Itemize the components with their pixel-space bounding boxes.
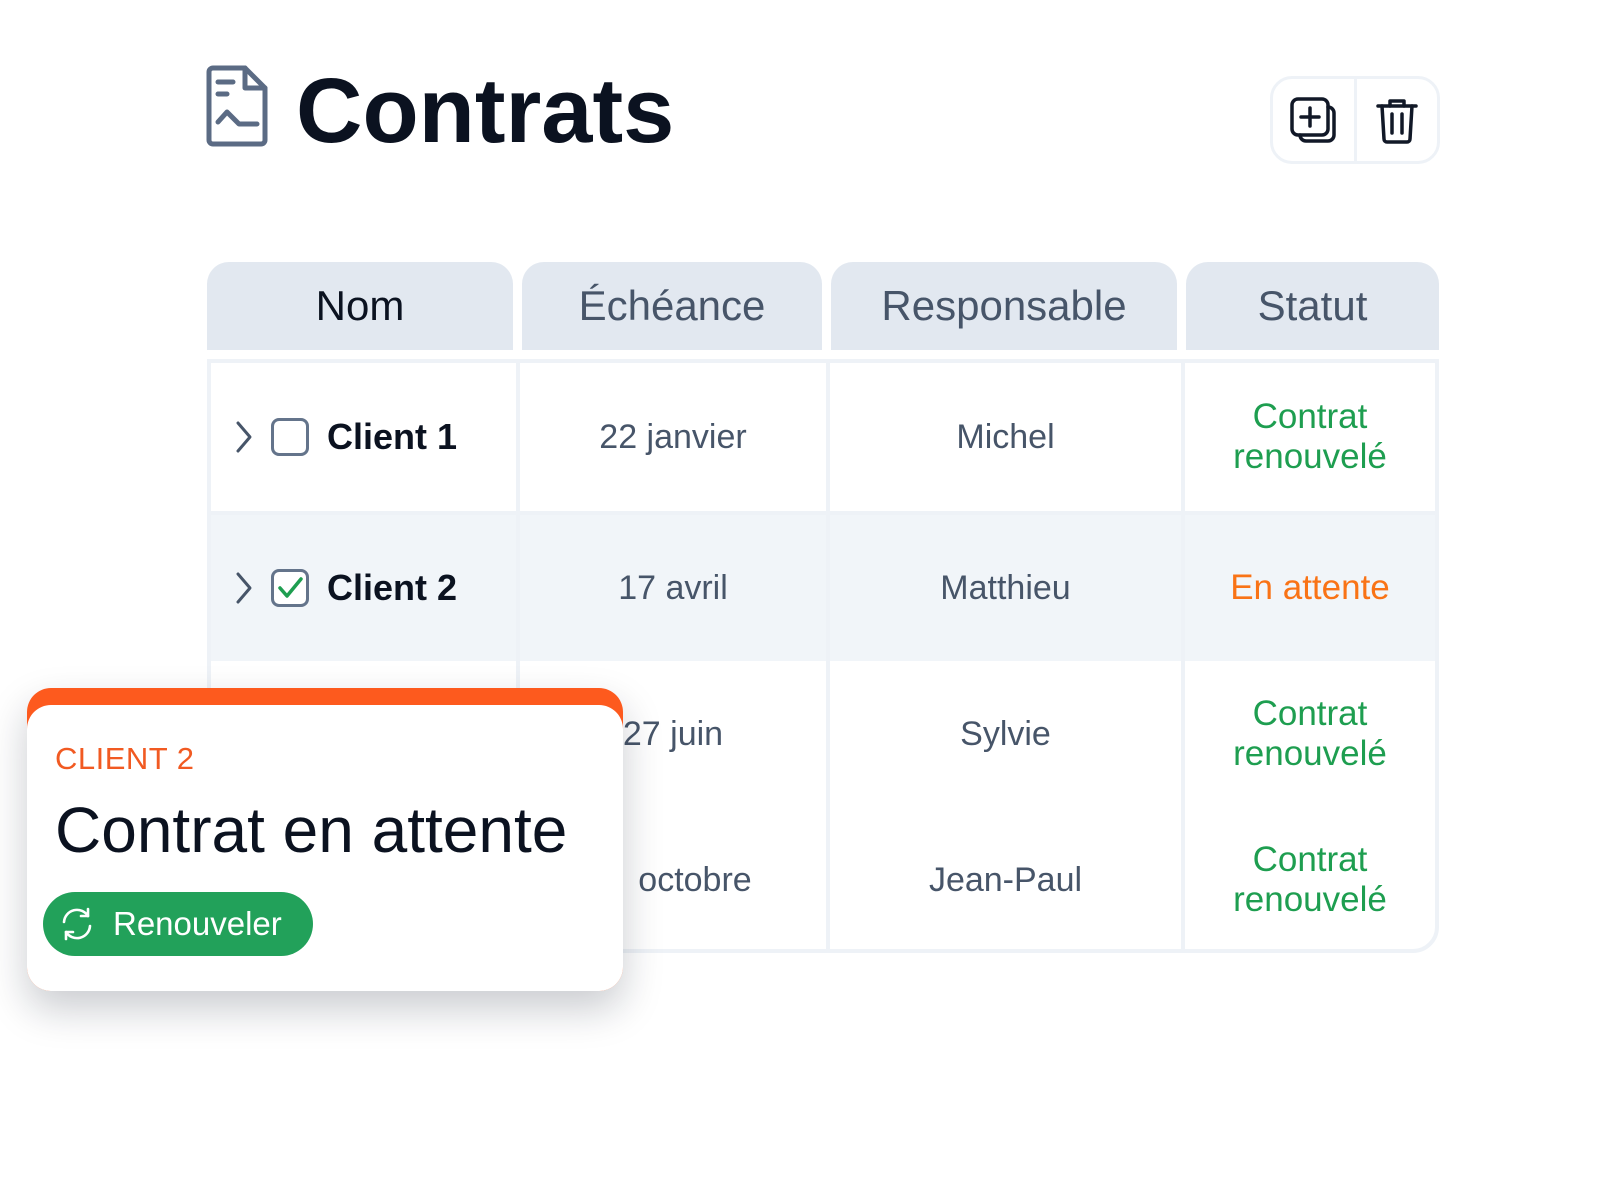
- check-icon: [278, 577, 303, 598]
- document-chart-icon: [205, 64, 269, 148]
- popup-title: Contrat en attente: [55, 794, 568, 866]
- add-copy-icon: [1290, 97, 1336, 143]
- status-text: Contrat renouvelé: [1185, 807, 1435, 949]
- trash-icon: [1376, 99, 1418, 144]
- chevron-right-icon[interactable]: [233, 419, 255, 455]
- popup-label: CLIENT 2: [55, 741, 195, 776]
- add-copy-button[interactable]: [1273, 79, 1354, 161]
- due-date: 17 avril: [520, 515, 830, 661]
- toolbar: [1270, 76, 1440, 164]
- status-line-2: renouvelé: [1233, 437, 1387, 476]
- status-line-1: Contrat: [1252, 694, 1368, 733]
- column-header-statut[interactable]: Statut: [1186, 262, 1439, 350]
- row-checkbox[interactable]: [271, 418, 309, 456]
- renew-button[interactable]: Renouveler: [43, 892, 313, 956]
- status-line-1: Contrat: [1252, 840, 1368, 879]
- owner-name: Jean-Paul: [830, 807, 1185, 949]
- chevron-right-icon[interactable]: [233, 570, 255, 606]
- owner-name: Matthieu: [830, 515, 1185, 661]
- column-header-nom[interactable]: Nom: [207, 262, 513, 350]
- contracts-table: Nom Échéance Responsable Statut Client 1…: [207, 262, 1439, 953]
- status-text: Contrat renouvelé: [1185, 363, 1435, 511]
- renew-button-label: Renouveler: [113, 905, 282, 942]
- row-checkbox[interactable]: [271, 569, 309, 607]
- table-row[interactable]: Client 1 22 janvier Michel Contrat renouv…: [211, 363, 1435, 515]
- client-name: Client 1: [327, 416, 458, 457]
- status-text: En attente: [1230, 568, 1390, 607]
- due-date: 22 janvier: [520, 363, 830, 511]
- table-header: Nom Échéance Responsable Statut: [207, 262, 1439, 350]
- column-header-echeance[interactable]: Échéance: [522, 262, 822, 350]
- status-line-1: Contrat: [1252, 397, 1368, 436]
- status-line-2: renouvelé: [1233, 880, 1387, 919]
- status-line-2: renouvelé: [1233, 734, 1387, 773]
- owner-name: Michel: [830, 363, 1185, 511]
- status-text: Contrat renouvelé: [1185, 661, 1435, 807]
- client-name: Client 2: [327, 567, 458, 608]
- delete-button[interactable]: [1353, 79, 1438, 161]
- table-row[interactable]: Client 2 17 avril Matthieu En attente: [211, 515, 1435, 661]
- column-header-responsable[interactable]: Responsable: [831, 262, 1177, 350]
- refresh-icon: [62, 907, 92, 941]
- popup-card: CLIENT 2 Contrat en attente Renouveler: [27, 705, 623, 991]
- page-title: Contrats: [296, 60, 675, 162]
- owner-name: Sylvie: [830, 661, 1185, 807]
